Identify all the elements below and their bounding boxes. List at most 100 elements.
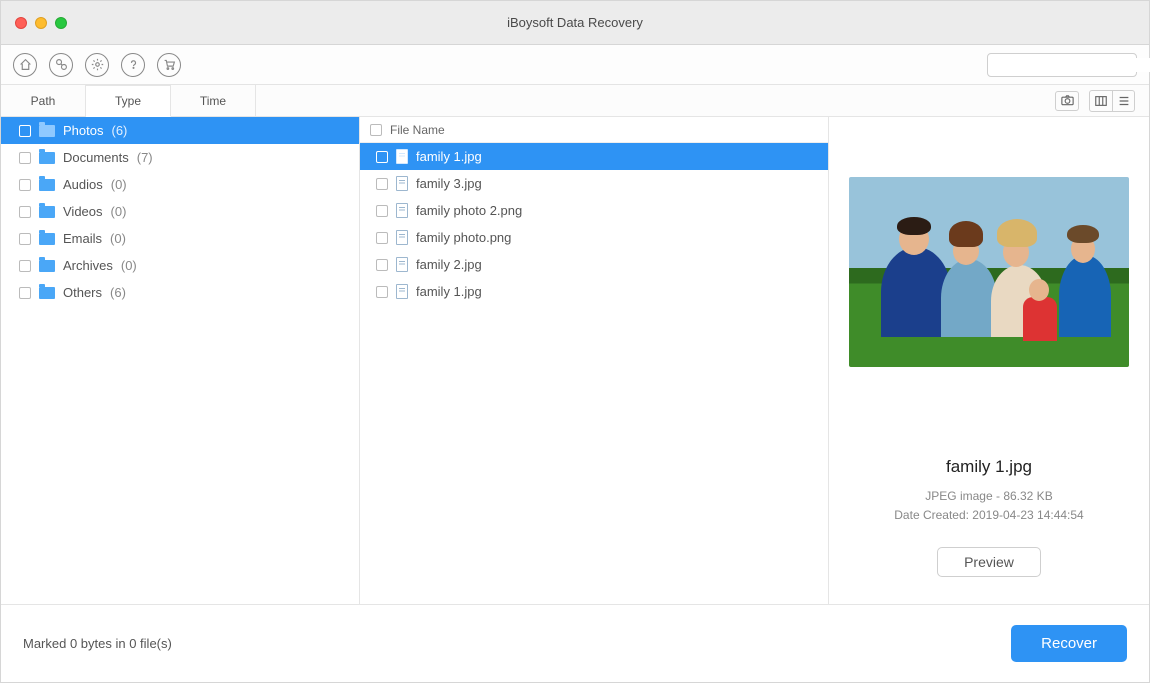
main: Photos (6) Documents (7) Audios (0) Vide… [1,117,1149,604]
sidebar-item-archives[interactable]: Archives (0) [1,252,359,279]
tabs-row: Path Type Time [1,85,1149,117]
camera-icon[interactable] [1055,91,1079,111]
checkbox[interactable] [376,259,388,271]
recover-button[interactable]: Recover [1011,625,1127,662]
checkbox[interactable] [376,286,388,298]
sidebar-item-count: (0) [111,204,127,219]
settings-icon[interactable] [85,53,109,77]
preview-metadata: JPEG image - 86.32 KB Date Created: 2019… [894,487,1083,525]
sidebar-item-photos[interactable]: Photos (6) [1,117,359,144]
sidebar-item-count: (6) [110,285,126,300]
checkbox[interactable] [19,152,31,164]
file-row[interactable]: family photo 2.png [360,197,828,224]
select-all-checkbox[interactable] [370,124,382,136]
checkbox[interactable] [376,205,388,217]
folder-icon [39,152,55,164]
folder-icon [39,206,55,218]
sidebar-item-label: Others [63,285,102,300]
sidebar-item-label: Photos [63,123,103,138]
tab-label: Type [115,94,141,108]
file-name: family 1.jpg [416,149,482,164]
link-icon[interactable] [49,53,73,77]
image-file-icon [396,257,408,272]
file-row[interactable]: family 2.jpg [360,251,828,278]
file-row[interactable]: family 1.jpg [360,143,828,170]
checkbox[interactable] [19,233,31,245]
window-title: iBoysoft Data Recovery [1,15,1149,30]
sidebar-item-emails[interactable]: Emails (0) [1,225,359,252]
sidebar-item-count: (0) [110,231,126,246]
tab-label: Time [200,94,226,108]
folder-icon [39,233,55,245]
list-view-icon[interactable] [1112,91,1134,111]
window-controls [1,17,67,29]
toolbar-icons [13,53,181,77]
image-file-icon [396,176,408,191]
sidebar-item-videos[interactable]: Videos (0) [1,198,359,225]
folder-icon [39,125,55,137]
preview-pane: family 1.jpg JPEG image - 86.32 KB Date … [829,117,1149,604]
preview-type-size: JPEG image - 86.32 KB [894,487,1083,506]
preview-date-created: Date Created: 2019-04-23 14:44:54 [894,506,1083,525]
tab-time[interactable]: Time [171,85,256,116]
help-icon[interactable] [121,53,145,77]
tab-path[interactable]: Path [1,85,86,116]
preview-filename: family 1.jpg [946,457,1032,477]
checkbox[interactable] [376,232,388,244]
sidebar-item-audios[interactable]: Audios (0) [1,171,359,198]
file-list: File Name family 1.jpg family 3.jpg fami… [360,117,829,604]
checkbox[interactable] [19,260,31,272]
home-icon[interactable] [13,53,37,77]
checkbox[interactable] [376,178,388,190]
checkbox[interactable] [19,125,31,137]
checkbox[interactable] [19,179,31,191]
tabs: Path Type Time [1,85,256,116]
tab-label: Path [31,94,56,108]
folder-icon [39,260,55,272]
sidebar-item-documents[interactable]: Documents (7) [1,144,359,171]
search-input[interactable] [994,58,1150,72]
checkbox[interactable] [19,287,31,299]
checkbox[interactable] [19,206,31,218]
sidebar-item-label: Audios [63,177,103,192]
file-name: family photo 2.png [416,203,522,218]
file-name: family 2.jpg [416,257,482,272]
file-row[interactable]: family photo.png [360,224,828,251]
sidebar: Photos (6) Documents (7) Audios (0) Vide… [1,117,360,604]
column-header-filename[interactable]: File Name [390,123,445,137]
file-name: family 1.jpg [416,284,482,299]
file-list-header: File Name [360,117,828,143]
view-mode-group [1089,90,1135,112]
sidebar-item-label: Emails [63,231,102,246]
sidebar-item-count: (6) [111,123,127,138]
preview-button[interactable]: Preview [937,547,1041,577]
sidebar-item-count: (0) [111,177,127,192]
checkbox[interactable] [376,151,388,163]
image-file-icon [396,203,408,218]
file-name: family photo.png [416,230,511,245]
minimize-window-button[interactable] [35,17,47,29]
sidebar-item-label: Videos [63,204,103,219]
search-box[interactable]: ✕ [987,53,1137,77]
close-window-button[interactable] [15,17,27,29]
folder-icon [39,179,55,191]
file-row[interactable]: family 1.jpg [360,278,828,305]
sidebar-item-count: (0) [121,258,137,273]
file-name: family 3.jpg [416,176,482,191]
sidebar-item-count: (7) [137,150,153,165]
toolbar: ✕ [1,45,1149,85]
image-file-icon [396,230,408,245]
cart-icon[interactable] [157,53,181,77]
image-file-icon [396,149,408,164]
column-view-icon[interactable] [1090,91,1112,111]
view-controls [1055,90,1149,112]
folder-icon [39,287,55,299]
status-text: Marked 0 bytes in 0 file(s) [23,636,172,651]
titlebar: iBoysoft Data Recovery [1,1,1149,45]
file-list-rows: family 1.jpg family 3.jpg family photo 2… [360,143,828,604]
file-row[interactable]: family 3.jpg [360,170,828,197]
sidebar-item-others[interactable]: Others (6) [1,279,359,306]
preview-thumbnail [849,177,1129,367]
fullscreen-window-button[interactable] [55,17,67,29]
tab-type[interactable]: Type [86,85,171,117]
